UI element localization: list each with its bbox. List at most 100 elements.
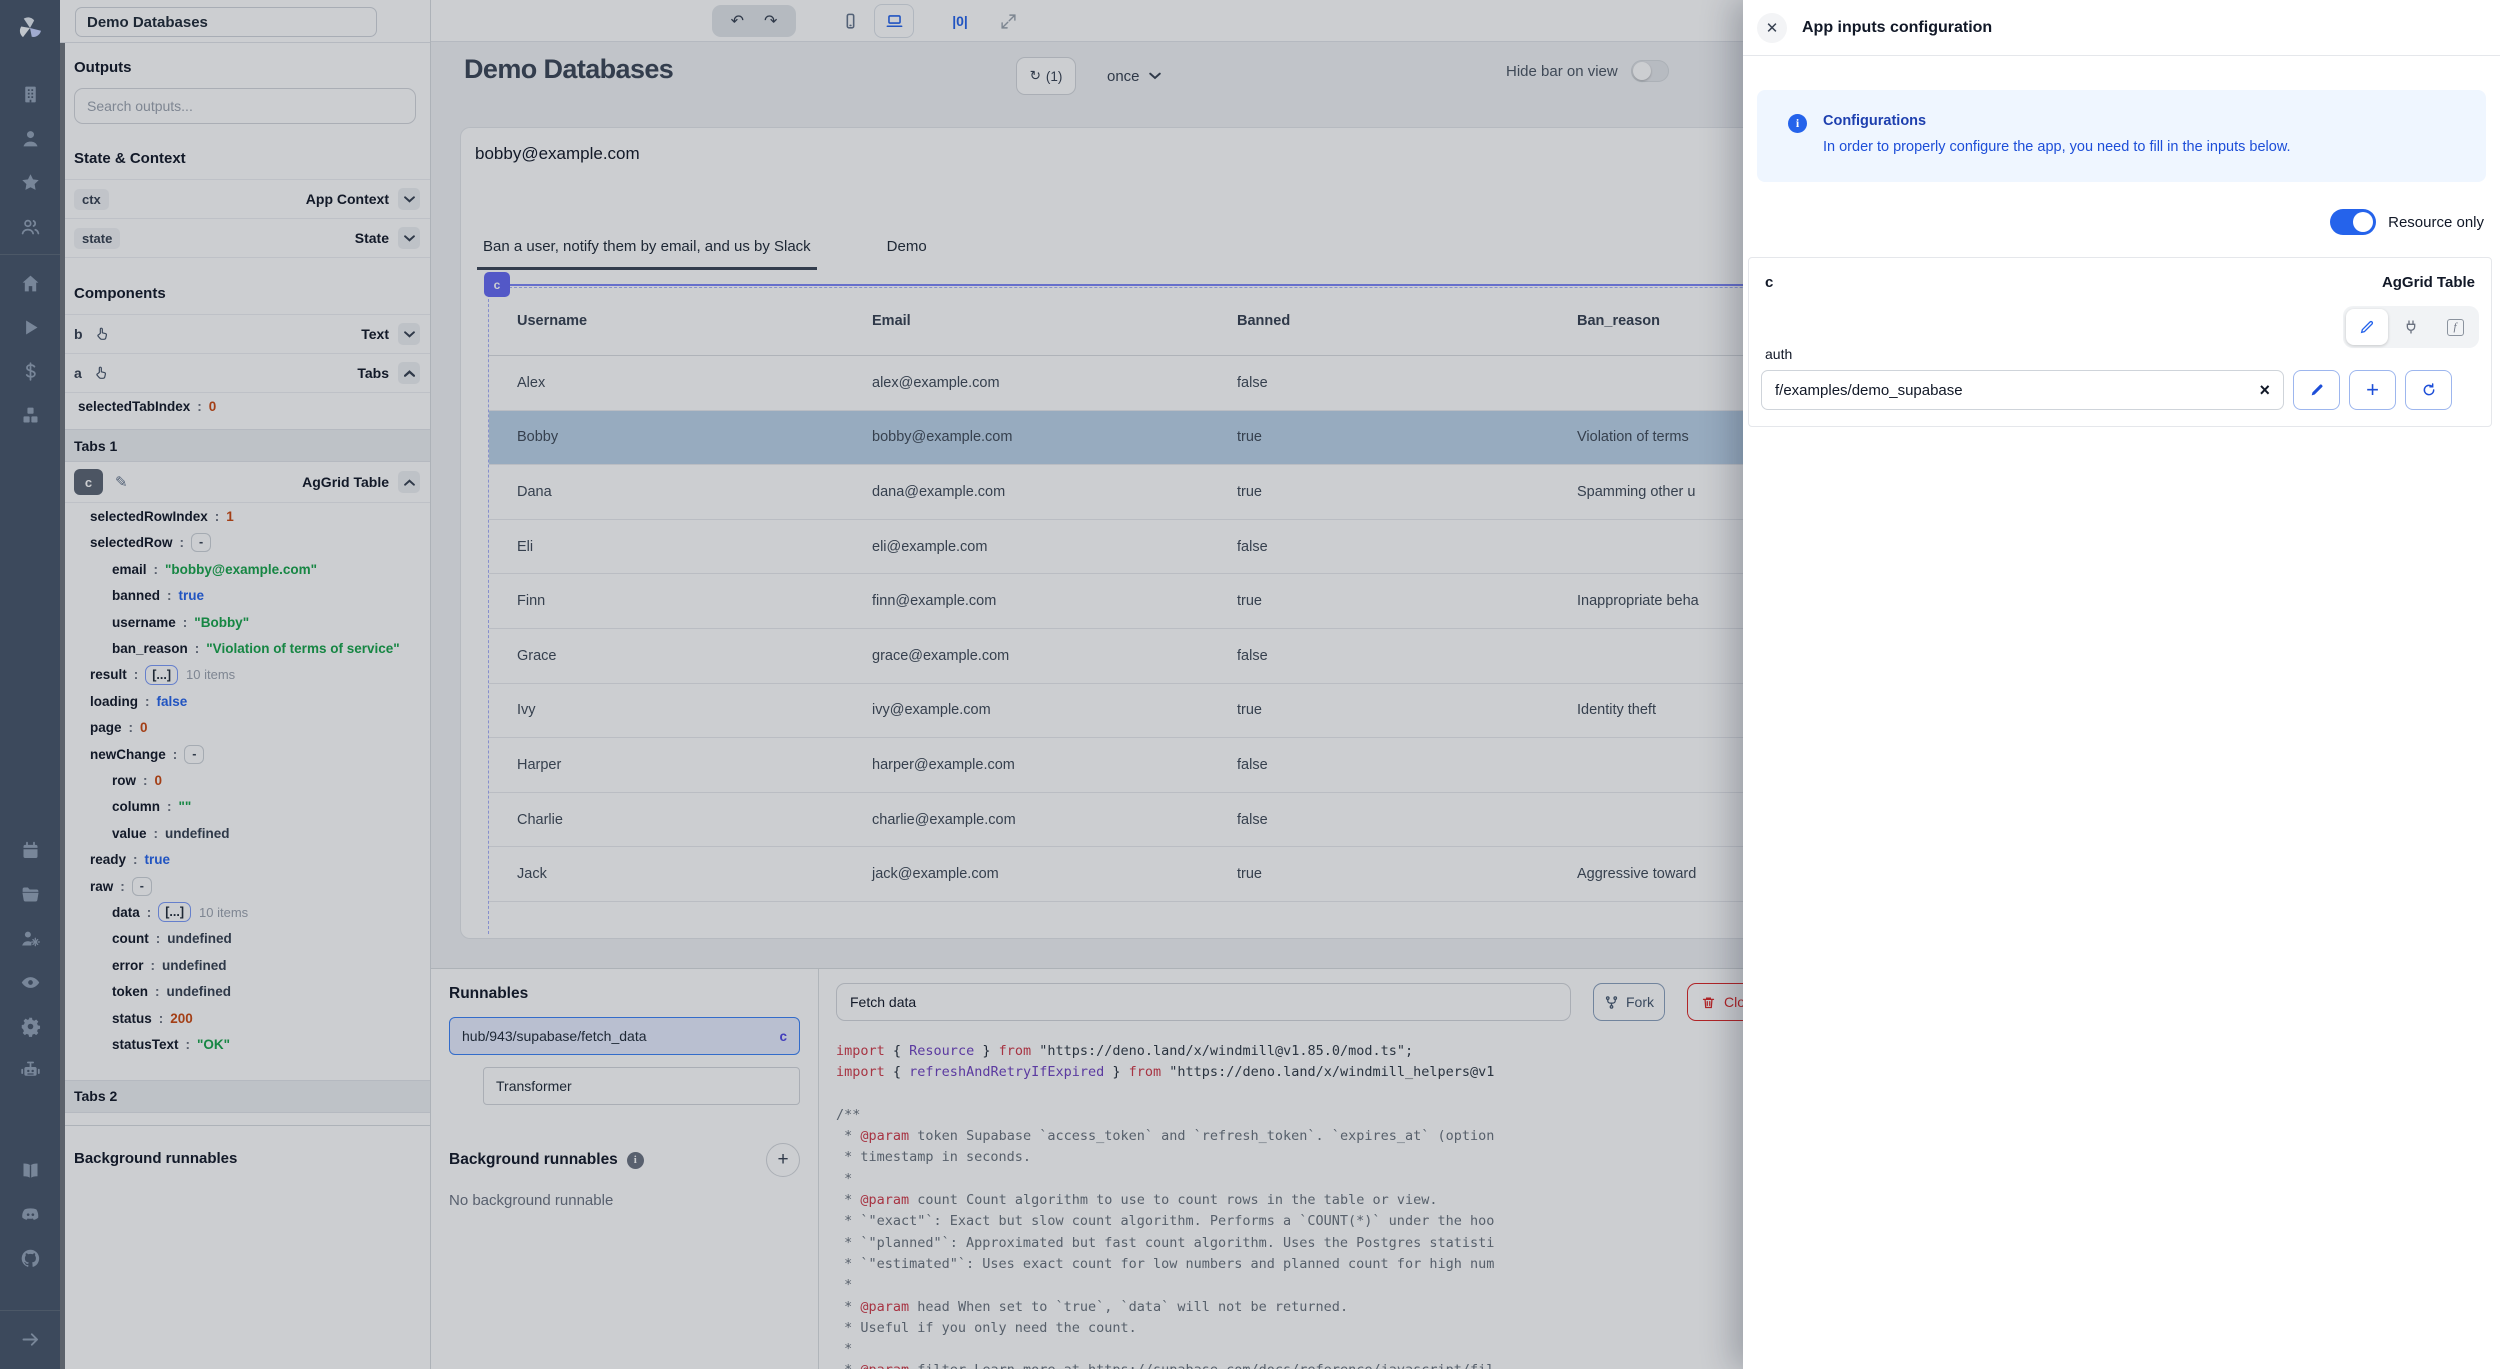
book-icon[interactable] [0,1148,60,1192]
tabs2-section-header[interactable]: Tabs 2 [60,1080,430,1113]
state-value: true [145,852,171,867]
eye-icon[interactable] [0,960,60,1004]
state-row-newChange[interactable]: newChange:- [60,741,430,767]
add-resource-button[interactable]: + [2349,370,2396,410]
state-row-row[interactable]: row:0 [60,767,430,793]
colon: : [195,641,200,656]
play-icon[interactable] [0,305,60,349]
state-row-status[interactable]: status:200 [60,1005,430,1031]
state-row-value[interactable]: value:undefined [60,820,430,846]
state-row-ban_reason[interactable]: ban_reason:"Violation of terms of servic… [60,635,430,661]
chevron-down-icon[interactable] [398,188,420,210]
users-icon[interactable] [0,204,60,248]
colon: : [154,826,159,841]
panel-scrollbar[interactable] [60,43,65,1369]
fork-icon [1604,995,1619,1010]
resource-only-toggle[interactable] [2330,209,2376,235]
app-name-input[interactable]: Demo Databases [75,7,377,37]
state-value: 1 [226,509,234,524]
robot-icon[interactable] [0,1048,60,1092]
center-align-icon[interactable]: |0| [940,4,980,38]
chevron-down-icon[interactable] [398,323,420,345]
clear-icon[interactable]: × [2259,380,2270,401]
edit-resource-button[interactable] [2293,370,2340,410]
pointer-hand-icon [93,365,109,381]
state-row-raw[interactable]: raw:- [60,873,430,899]
eval-function-icon[interactable]: f [2434,309,2476,345]
state-row-token[interactable]: token:undefined [60,978,430,1004]
state-row-username[interactable]: username:"Bobby" [60,609,430,635]
output-row-ctx[interactable]: ctxApp Context [60,180,430,219]
tabs1-section-header[interactable]: Tabs 1 [60,429,430,462]
home-icon[interactable] [0,261,60,305]
output-row-a[interactable]: aTabs [60,354,430,393]
search-outputs-input[interactable]: Search outputs... [74,88,416,124]
calendar-icon[interactable] [0,828,60,872]
state-row-loading[interactable]: loading:false [60,688,430,714]
state-row-error[interactable]: error:undefined [60,952,430,978]
state-row-selectedRowIndex[interactable]: selectedRowIndex:1 [60,503,430,529]
fork-button[interactable]: Fork [1593,983,1665,1021]
state-value[interactable]: [...] [158,902,191,922]
grid-header-banned[interactable]: Banned [1237,313,1577,329]
users-gear-icon[interactable] [0,916,60,960]
boxes-icon[interactable] [0,393,60,437]
output-row-state[interactable]: stateState [60,219,430,258]
star-icon[interactable] [0,160,60,204]
grid-header-username[interactable]: Username [517,313,872,329]
resource-path-input[interactable]: f/examples/demo_supabase × [1761,370,2284,410]
fullscreen-icon[interactable] [988,4,1028,38]
output-row-b[interactable]: bText [60,315,430,354]
state-row-page[interactable]: page:0 [60,715,430,741]
state-row-column[interactable]: column:"" [60,794,430,820]
state-value[interactable]: - [191,533,211,552]
grid-component-row[interactable]: c ✎ AgGrid Table [60,462,430,503]
add-background-runnable-button[interactable]: + [766,1143,800,1177]
state-row-data[interactable]: data:[...]10 items [60,899,430,925]
state-row-email[interactable]: email:"bobby@example.com" [60,556,430,582]
canvas-tab-0[interactable]: Ban a user, notify them by email, and us… [477,238,817,270]
run-mode-dropdown[interactable]: once [1097,57,1171,95]
static-input-pencil-icon[interactable] [2346,309,2388,345]
edit-component-icon[interactable]: ✎ [115,473,128,491]
desktop-view-icon[interactable] [874,4,914,38]
dollar-icon[interactable] [0,349,60,393]
close-icon[interactable]: ✕ [1757,13,1787,43]
state-row-selectedTabIndex[interactable]: selectedTabIndex:0 [60,393,430,419]
state-value[interactable]: [...] [145,665,178,685]
refresh-resource-button[interactable] [2405,370,2452,410]
state-row-selectedRow[interactable]: selectedRow:- [60,530,430,556]
chevron-up-icon[interactable] [398,362,420,384]
runnable-name-input[interactable]: Fetch data [836,983,1571,1021]
redo-icon[interactable]: ↷ [764,11,777,31]
state-value[interactable]: - [132,877,152,896]
refresh-button[interactable]: ↻ (1) [1016,57,1076,95]
undo-icon[interactable]: ↶ [731,11,744,31]
settings-icon[interactable] [0,1004,60,1048]
mobile-view-icon[interactable] [830,4,870,38]
grid-header-email[interactable]: Email [872,313,1237,329]
windmill-logo[interactable] [0,0,60,56]
runnable-item[interactable]: hub/943/supabase/fetch_datac [449,1017,800,1055]
folder-icon[interactable] [0,872,60,916]
discord-icon[interactable] [0,1192,60,1236]
github-icon[interactable] [0,1236,60,1280]
state-row-count[interactable]: count:undefined [60,926,430,952]
state-row-banned[interactable]: banned:true [60,583,430,609]
runnable-item[interactable]: Transformer [483,1067,800,1105]
tabs-component: Ban a user, notify them by email, and us… [477,238,933,270]
hide-bar-toggle[interactable] [1631,60,1669,82]
state-row-statusText[interactable]: statusText:"OK" [60,1031,430,1057]
user-icon[interactable] [0,116,60,160]
chevron-down-icon[interactable] [398,227,420,249]
arrow-right-icon[interactable] [0,1317,60,1361]
state-row-ready[interactable]: ready:true [60,846,430,872]
state-row-result[interactable]: result:[...]10 items [60,662,430,688]
selected-component-badge[interactable]: c [484,272,510,297]
chevron-up-icon[interactable] [398,471,420,493]
canvas-tab-1[interactable]: Demo [881,238,933,270]
building-icon[interactable] [0,72,60,116]
connect-plug-icon[interactable] [2390,309,2432,345]
state-value[interactable]: - [184,745,204,764]
app-inputs-drawer: ✕ App inputs configuration i Configurati… [1743,0,2500,1369]
